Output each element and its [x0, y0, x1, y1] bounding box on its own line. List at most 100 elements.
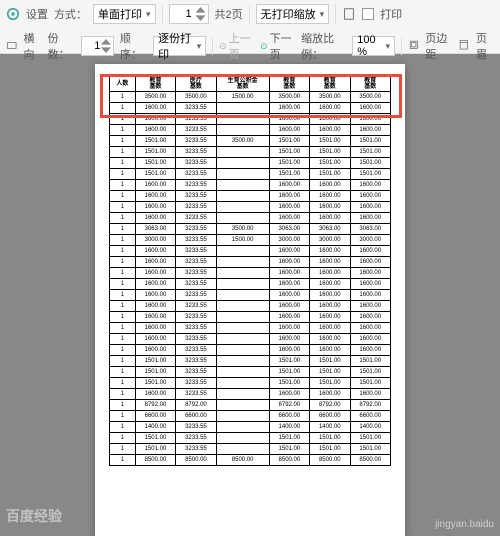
table-cell: 1501.00	[135, 356, 175, 367]
table-cell: 1	[110, 312, 136, 323]
table-cell: 1501.00	[310, 356, 350, 367]
table-cell: 1600.00	[350, 279, 390, 290]
table-cell: 1400.00	[135, 422, 175, 433]
column-header: 人数	[110, 77, 136, 92]
table-cell: 1600.00	[269, 213, 309, 224]
table-cell: 3063.00	[269, 224, 309, 235]
table-cell: 1	[110, 235, 136, 246]
prev-page-button[interactable]: ⊙上一页	[219, 30, 254, 62]
table-cell: 3233.55	[176, 158, 216, 169]
table-cell	[216, 180, 269, 191]
table-cell	[216, 246, 269, 257]
column-header: 教育基数	[310, 77, 350, 92]
margin-label[interactable]: 页边距	[425, 30, 452, 62]
table-cell: 3233.55	[176, 378, 216, 389]
table-cell: 3233.55	[176, 136, 216, 147]
table-cell: 3233.55	[176, 323, 216, 334]
settings-label[interactable]: 设置	[26, 6, 48, 22]
table-row: 11600.003233.551600.001600.001600.00	[110, 114, 391, 125]
table-row: 11600.003233.551600.001600.001600.00	[110, 191, 391, 202]
table-cell: 1	[110, 301, 136, 312]
table-cell: 1600.00	[350, 103, 390, 114]
table-cell: 1600.00	[350, 191, 390, 202]
page-spinner[interactable]: 1	[169, 4, 209, 24]
table-row: 13000.003233.551500.003000.003000.003000…	[110, 235, 391, 246]
table-cell: 3233.55	[176, 246, 216, 257]
table-cell: 3500.00	[135, 92, 175, 103]
print-label[interactable]: 打印	[380, 6, 402, 22]
table-cell: 1600.00	[135, 257, 175, 268]
table-cell: 1	[110, 356, 136, 367]
table-cell: 1501.00	[269, 169, 309, 180]
table-row: 11600.003233.551600.001600.001600.00	[110, 345, 391, 356]
table-row: 11600.003233.551600.001600.001600.00	[110, 125, 391, 136]
scale-select[interactable]: 无打印缩放	[256, 4, 330, 24]
table-cell	[216, 213, 269, 224]
table-cell: 1	[110, 202, 136, 213]
table-cell: 1600.00	[135, 389, 175, 400]
table-cell: 3000.00	[310, 235, 350, 246]
table-cell: 1600.00	[135, 103, 175, 114]
header-icon[interactable]	[458, 39, 470, 53]
table-row: 11501.003233.553500.001501.001501.001501…	[110, 136, 391, 147]
table-cell: 3233.55	[176, 147, 216, 158]
table-cell: 8500.00	[269, 455, 309, 466]
document-icon[interactable]	[342, 7, 356, 21]
table-cell: 1600.00	[269, 290, 309, 301]
table-cell: 6600.00	[135, 411, 175, 422]
print-toolbar: 设置 方式： 单面打印 1 共2页 无打印缩放 打印 横向 份数： 1 顺序： …	[0, 0, 500, 54]
zoom-select[interactable]: 100 %	[352, 36, 395, 56]
table-cell	[216, 103, 269, 114]
watermark-user: jingyan.baidu	[435, 519, 494, 530]
table-cell: 3063.00	[350, 224, 390, 235]
print-checkbox[interactable]	[362, 8, 374, 20]
table-cell: 1501.00	[310, 147, 350, 158]
table-cell: 1501.00	[135, 158, 175, 169]
table-cell: 1	[110, 103, 136, 114]
table-cell: 1	[110, 147, 136, 158]
table-row: 11600.003233.551600.001600.001600.00	[110, 389, 391, 400]
table-cell: 1600.00	[350, 323, 390, 334]
table-cell: 1500.00	[216, 92, 269, 103]
table-cell: 1501.00	[269, 367, 309, 378]
table-cell: 1600.00	[310, 191, 350, 202]
table-cell: 1600.00	[135, 213, 175, 224]
table-cell: 1600.00	[135, 279, 175, 290]
table-row: 18500.008500.008500.008500.008500.008500…	[110, 455, 391, 466]
table-cell	[216, 169, 269, 180]
table-cell: 1	[110, 290, 136, 301]
table-row: 11501.003233.551501.001501.001501.00	[110, 356, 391, 367]
mode-select[interactable]: 单面打印	[93, 4, 156, 24]
table-cell: 1600.00	[350, 345, 390, 356]
table-row: 11501.003233.551501.001501.001501.00	[110, 378, 391, 389]
table-cell: 1	[110, 158, 136, 169]
table-cell: 1600.00	[135, 290, 175, 301]
table-cell: 1501.00	[350, 169, 390, 180]
next-page-button[interactable]: ⊙下一页	[260, 30, 295, 62]
table-cell: 3500.00	[216, 224, 269, 235]
copies-spinner[interactable]: 1	[81, 36, 114, 56]
table-cell: 1	[110, 169, 136, 180]
table-cell: 1600.00	[350, 312, 390, 323]
table-cell: 1	[110, 268, 136, 279]
table-cell: 1501.00	[310, 158, 350, 169]
table-cell: 1600.00	[350, 290, 390, 301]
order-select[interactable]: 逐份打印	[153, 36, 206, 56]
table-cell: 1600.00	[310, 125, 350, 136]
margin-icon[interactable]	[408, 39, 420, 53]
table-cell: 1600.00	[135, 301, 175, 312]
table-cell: 8792.00	[269, 400, 309, 411]
table-cell: 1	[110, 367, 136, 378]
orientation-label[interactable]: 横向	[24, 30, 42, 62]
table-cell	[216, 367, 269, 378]
table-cell: 1501.00	[310, 136, 350, 147]
column-header: 教育基数	[350, 77, 390, 92]
table-cell: 1500.00	[216, 235, 269, 246]
table-cell: 8500.00	[350, 455, 390, 466]
settings-icon[interactable]	[6, 7, 20, 21]
orientation-icon[interactable]	[6, 39, 18, 53]
header-label[interactable]: 页眉	[476, 30, 494, 62]
table-cell: 1600.00	[135, 312, 175, 323]
table-cell: 3233.55	[176, 290, 216, 301]
table-cell: 6600.00	[176, 411, 216, 422]
